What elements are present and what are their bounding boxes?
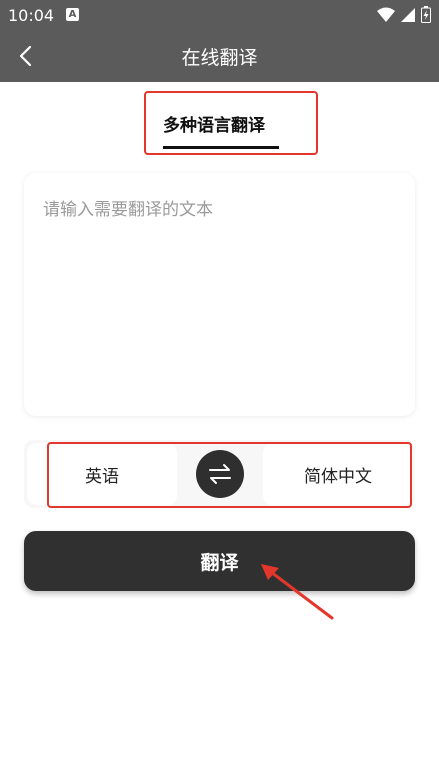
target-language-label: 简体中文 bbox=[304, 466, 372, 487]
text-input-card bbox=[24, 173, 415, 416]
swap-language-button[interactable] bbox=[196, 450, 244, 498]
wifi-icon bbox=[377, 7, 395, 22]
battery-icon bbox=[421, 6, 431, 23]
status-bar: 10:04 A bbox=[0, 0, 439, 30]
notification-a-icon: A bbox=[66, 8, 79, 21]
tab-multi-language[interactable]: 多种语言翻译 bbox=[163, 111, 265, 136]
source-text-input[interactable] bbox=[43, 195, 398, 395]
translate-button[interactable]: 翻译 bbox=[24, 531, 415, 591]
tab-active-indicator bbox=[163, 146, 279, 149]
signal-icon bbox=[401, 7, 415, 22]
screen: 10:04 A 在线翻译 多种语言翻译 英语 bbox=[0, 0, 439, 780]
source-language-label: 英语 bbox=[85, 466, 119, 487]
title-bar: 在线翻译 bbox=[0, 30, 439, 82]
swap-arrows-icon bbox=[209, 464, 231, 484]
status-icons bbox=[377, 6, 431, 23]
page-title: 在线翻译 bbox=[181, 47, 258, 69]
target-language-selector[interactable]: 简体中文 bbox=[263, 443, 413, 505]
source-language-selector[interactable]: 英语 bbox=[27, 443, 177, 505]
status-time: 10:04 bbox=[8, 6, 55, 25]
